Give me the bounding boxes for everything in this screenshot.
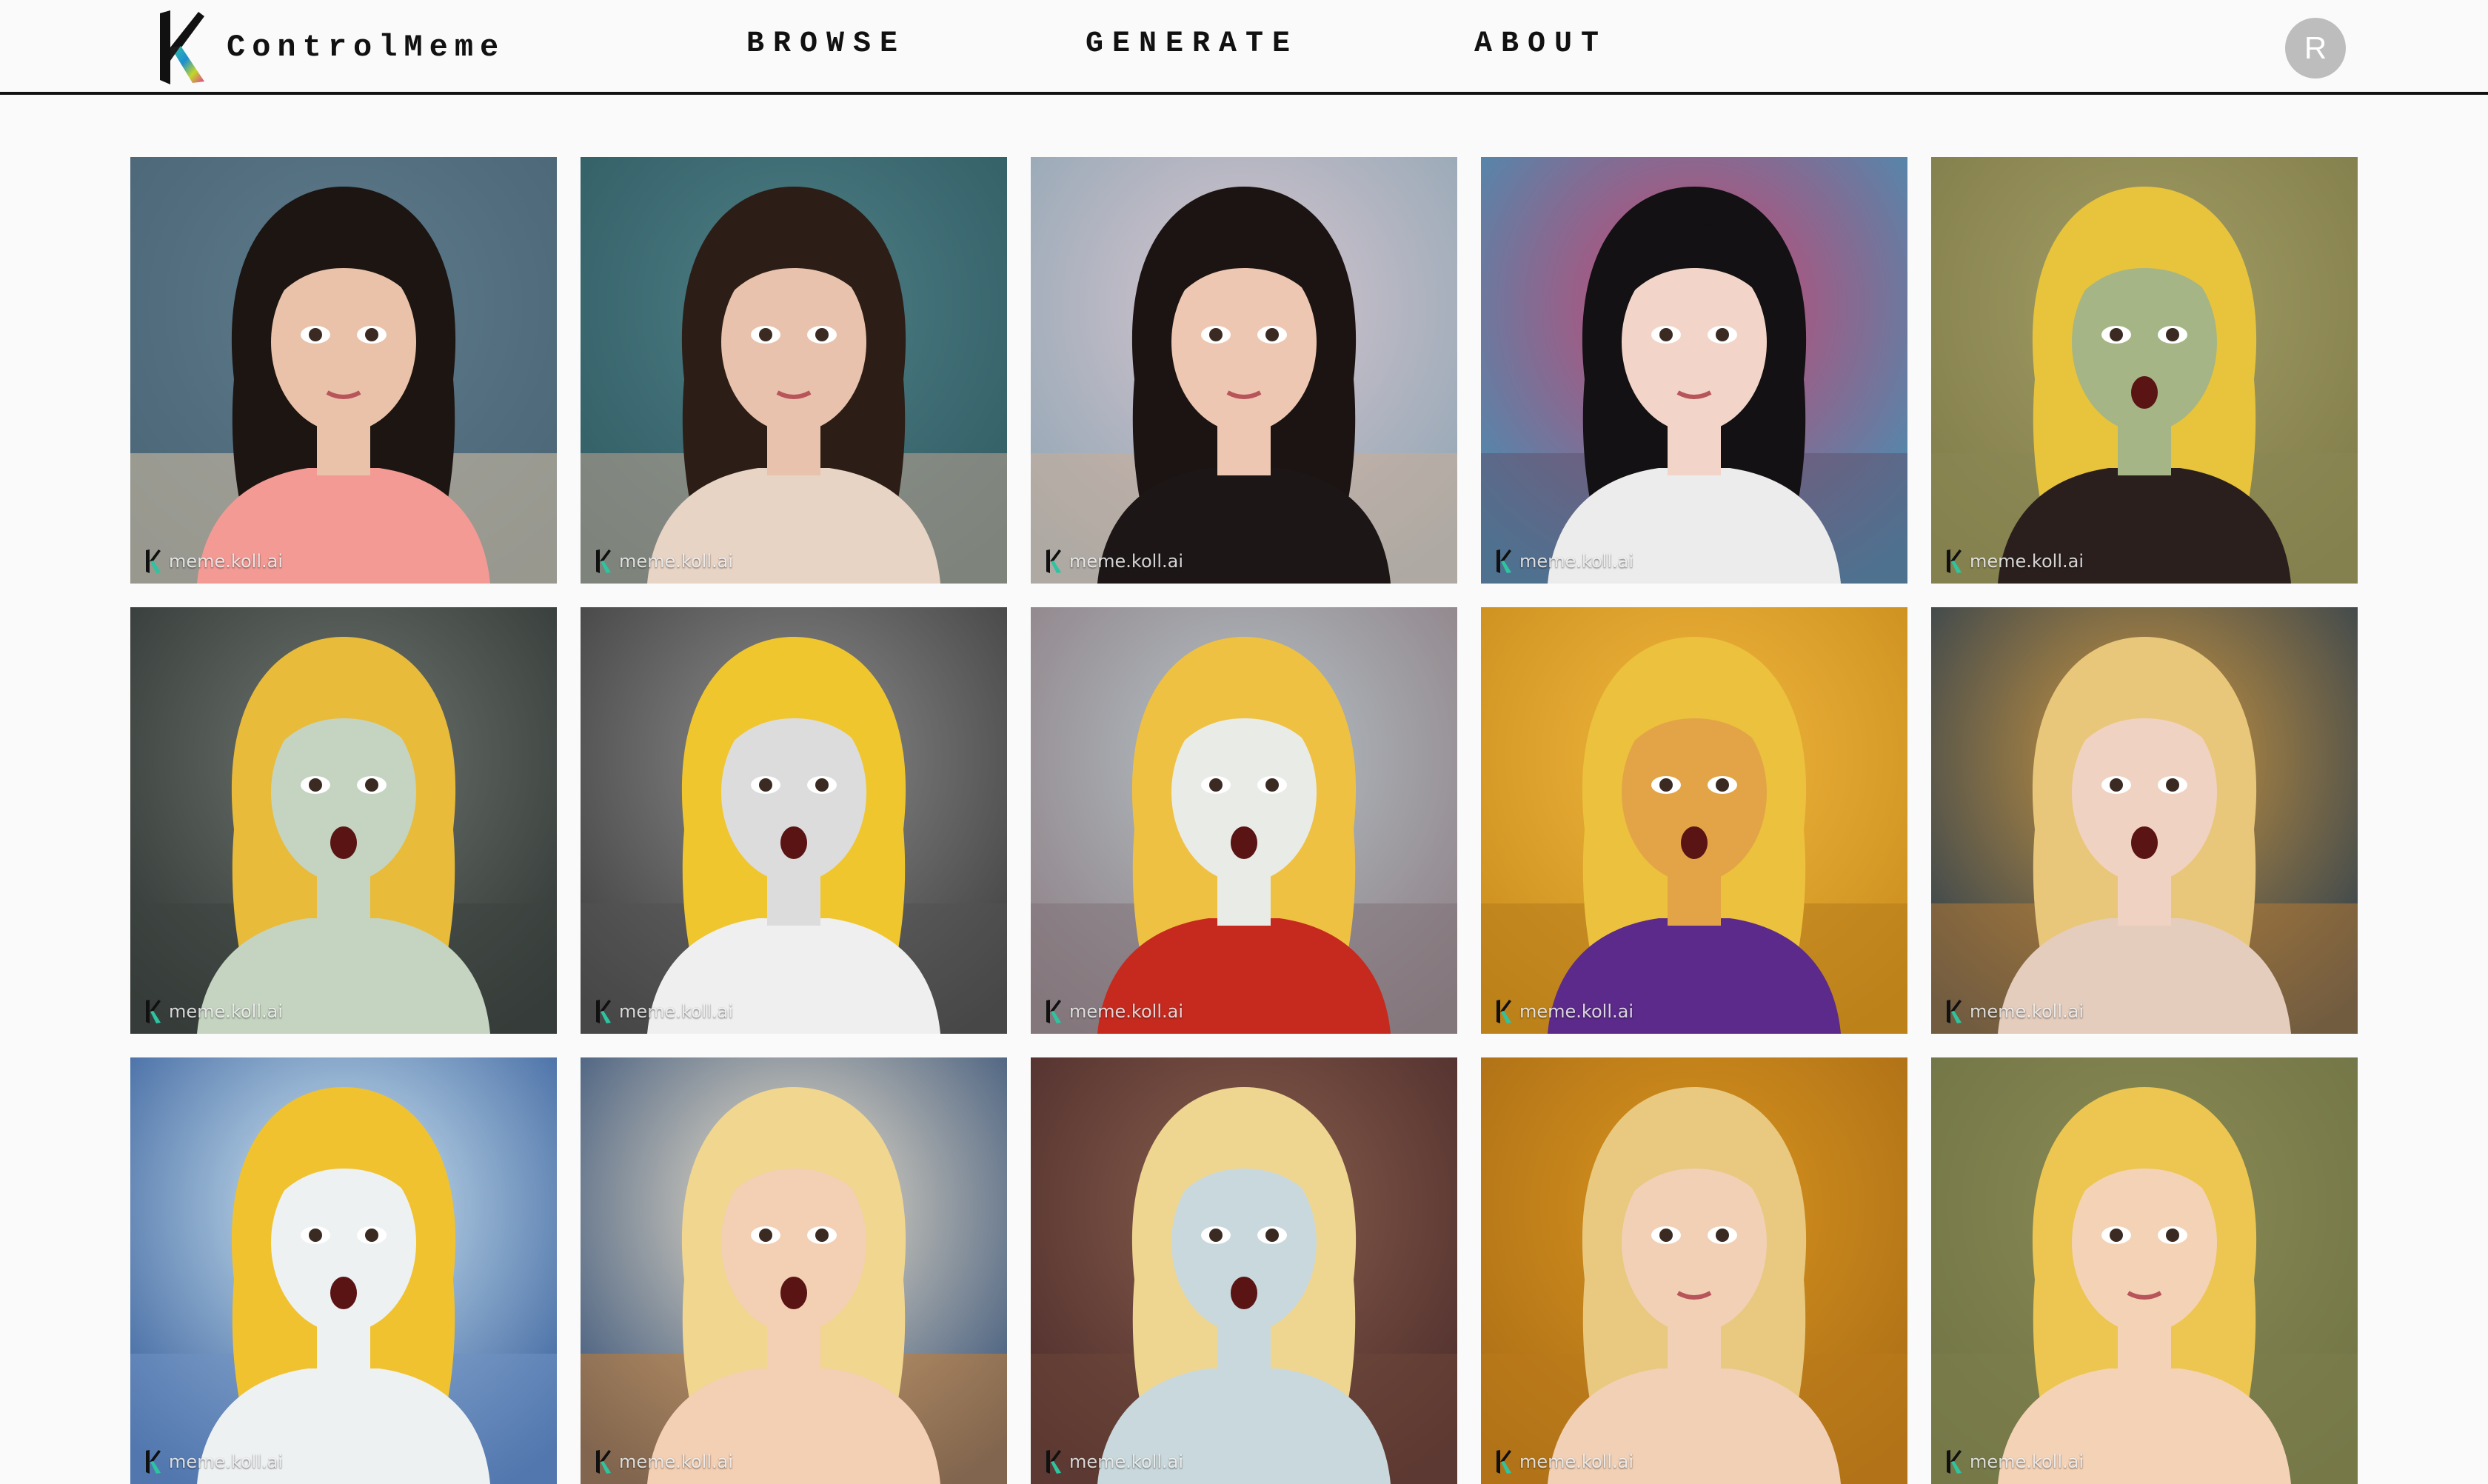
- meme-image: [1481, 157, 1907, 584]
- watermark-logo-icon: [1046, 1450, 1061, 1474]
- meme-card[interactable]: meme.koll.ai: [1931, 607, 2358, 1034]
- watermark: meme.koll.ai: [594, 1448, 733, 1475]
- meme-image: [1031, 157, 1457, 584]
- meme-image: [1931, 157, 2358, 584]
- nav-generate-link[interactable]: GENERATE: [1086, 25, 1299, 64]
- watermark-logo-icon: [1497, 549, 1511, 573]
- watermark: meme.koll.ai: [144, 548, 283, 575]
- meme-image: [1031, 607, 1457, 1034]
- meme-card[interactable]: meme.koll.ai: [1481, 607, 1907, 1034]
- meme-card[interactable]: meme.koll.ai: [1031, 607, 1457, 1034]
- nav-browse-link[interactable]: BROWSE: [746, 25, 906, 64]
- watermark-text: meme.koll.ai: [169, 1001, 283, 1022]
- meme-card[interactable]: meme.koll.ai: [130, 1057, 557, 1484]
- watermark-logo-icon: [1947, 1000, 1962, 1023]
- watermark-logo-icon: [146, 1450, 161, 1474]
- meme-card[interactable]: meme.koll.ai: [1481, 157, 1907, 584]
- meme-image: [1481, 1057, 1907, 1484]
- watermark-logo-icon: [1947, 549, 1962, 573]
- watermark: meme.koll.ai: [594, 998, 733, 1025]
- watermark: meme.koll.ai: [1044, 1448, 1183, 1475]
- watermark: meme.koll.ai: [1944, 548, 2084, 575]
- home-logo-link[interactable]: ControlMeme: [154, 9, 505, 86]
- watermark: meme.koll.ai: [1494, 998, 1633, 1025]
- watermark-text: meme.koll.ai: [1519, 1451, 1633, 1472]
- meme-image: [581, 1057, 1007, 1484]
- watermark-text: meme.koll.ai: [169, 551, 283, 572]
- watermark: meme.koll.ai: [1044, 998, 1183, 1025]
- watermark-logo-icon: [1497, 1000, 1511, 1023]
- watermark: meme.koll.ai: [1044, 548, 1183, 575]
- watermark: meme.koll.ai: [1944, 998, 2084, 1025]
- meme-image: [1931, 607, 2358, 1034]
- watermark-text: meme.koll.ai: [1069, 1001, 1183, 1022]
- meme-card[interactable]: meme.koll.ai: [1481, 1057, 1907, 1484]
- watermark-logo-icon: [146, 1000, 161, 1023]
- meme-card[interactable]: meme.koll.ai: [581, 607, 1007, 1034]
- meme-card[interactable]: meme.koll.ai: [1031, 1057, 1457, 1484]
- meme-image: [1481, 607, 1907, 1034]
- meme-card[interactable]: meme.koll.ai: [1931, 1057, 2358, 1484]
- meme-card[interactable]: meme.koll.ai: [1931, 157, 2358, 584]
- watermark-logo-icon: [1497, 1450, 1511, 1474]
- watermark-logo-icon: [146, 549, 161, 573]
- watermark-logo-icon: [1947, 1450, 1962, 1474]
- meme-image: [1931, 1057, 2358, 1484]
- watermark-text: meme.koll.ai: [619, 551, 733, 572]
- meme-card[interactable]: meme.koll.ai: [1031, 157, 1457, 584]
- watermark-logo-icon: [596, 1000, 611, 1023]
- watermark-text: meme.koll.ai: [169, 1451, 283, 1472]
- meme-image: [581, 607, 1007, 1034]
- watermark-logo-icon: [596, 549, 611, 573]
- watermark-text: meme.koll.ai: [1069, 1451, 1183, 1472]
- meme-card[interactable]: meme.koll.ai: [130, 607, 557, 1034]
- watermark: meme.koll.ai: [1494, 1448, 1633, 1475]
- watermark-text: meme.koll.ai: [1970, 1451, 2084, 1472]
- meme-card[interactable]: meme.koll.ai: [581, 157, 1007, 584]
- meme-card[interactable]: meme.koll.ai: [130, 157, 557, 584]
- watermark-logo-icon: [1046, 1000, 1061, 1023]
- watermark: meme.koll.ai: [1494, 548, 1633, 575]
- controlmeme-logo-icon: [160, 10, 204, 84]
- nav-about-link[interactable]: ABOUT: [1474, 25, 1608, 64]
- meme-gallery-grid: meme.koll.ai meme.koll.ai meme.koll.ai meme…: [130, 157, 2358, 1484]
- watermark: meme.koll.ai: [594, 548, 733, 575]
- watermark-text: meme.koll.ai: [1519, 1001, 1633, 1022]
- watermark-text: meme.koll.ai: [1069, 551, 1183, 572]
- watermark-text: meme.koll.ai: [1519, 551, 1633, 572]
- watermark-logo-icon: [596, 1450, 611, 1474]
- meme-image: [581, 157, 1007, 584]
- app-name: ControlMeme: [227, 30, 506, 65]
- watermark-text: meme.koll.ai: [619, 1451, 733, 1472]
- watermark-text: meme.koll.ai: [619, 1001, 733, 1022]
- meme-image: [1031, 1057, 1457, 1484]
- watermark-text: meme.koll.ai: [1970, 551, 2084, 572]
- user-avatar-button[interactable]: R: [2285, 18, 2346, 78]
- watermark-text: meme.koll.ai: [1970, 1001, 2084, 1022]
- top-navbar: ControlMeme BROWSE GENERATE ABOUT R: [0, 0, 2488, 95]
- meme-image: [130, 157, 557, 584]
- meme-card[interactable]: meme.koll.ai: [581, 1057, 1007, 1484]
- watermark: meme.koll.ai: [144, 1448, 283, 1475]
- meme-image: [130, 1057, 557, 1484]
- watermark: meme.koll.ai: [1944, 1448, 2084, 1475]
- watermark-logo-icon: [1046, 549, 1061, 573]
- meme-image: [130, 607, 557, 1034]
- watermark: meme.koll.ai: [144, 998, 283, 1025]
